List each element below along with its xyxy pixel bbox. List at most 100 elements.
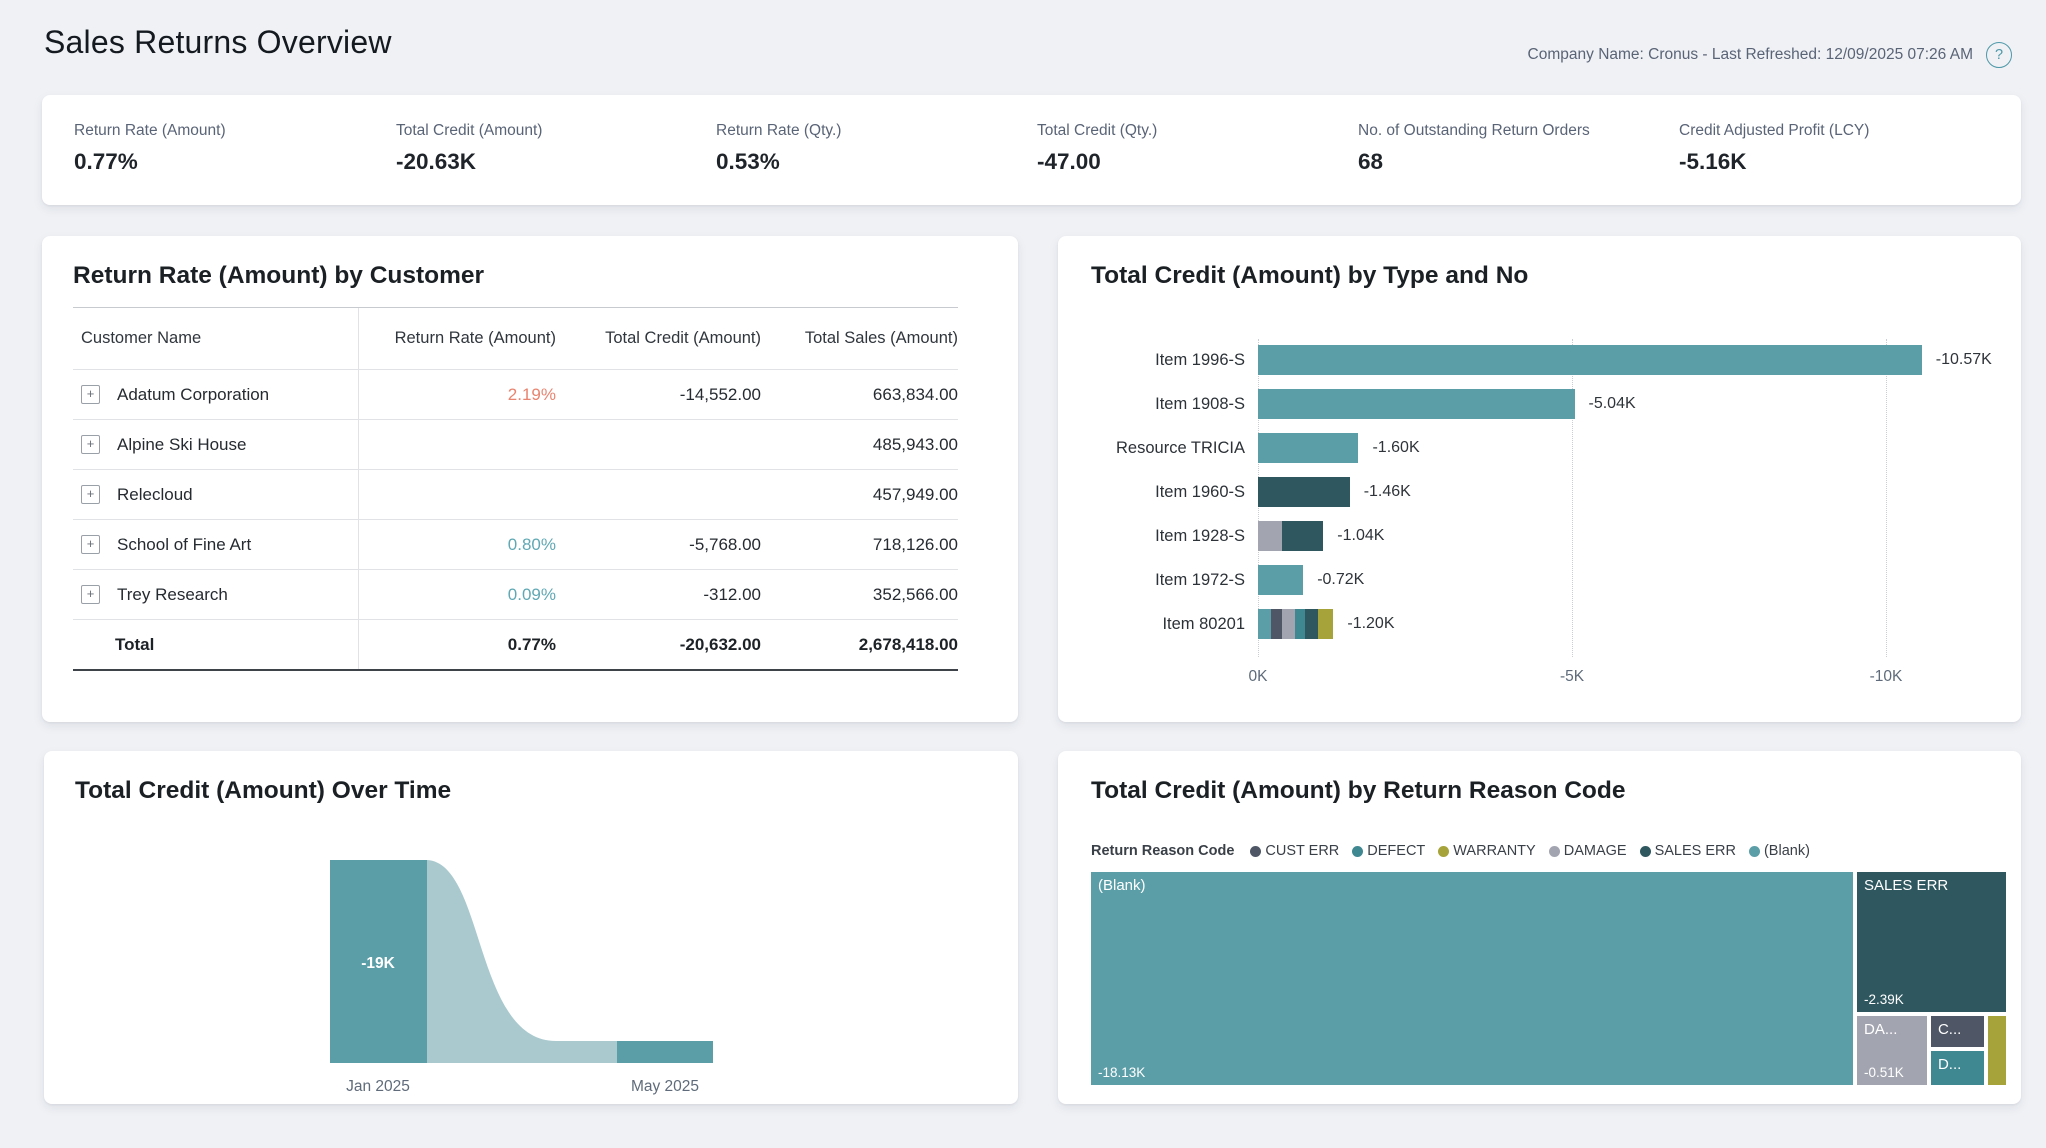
total-sales-cell: 663,834.00 <box>761 385 958 405</box>
expand-row-button[interactable]: + <box>81 585 100 604</box>
page-title: Sales Returns Overview <box>44 24 392 61</box>
legend-dot-warranty <box>1438 846 1449 857</box>
treemap-tile-name: D... <box>1938 1056 1961 1073</box>
expand-row-button[interactable]: + <box>81 435 100 454</box>
treemap-tile-name: DA... <box>1864 1021 1897 1038</box>
time-chart-card: Total Credit (Amount) Over Time -19K Jan… <box>44 751 1018 1104</box>
legend-item-warranty[interactable]: WARRANTY <box>1438 843 1535 859</box>
total-sales-cell: 718,126.00 <box>761 535 958 555</box>
legend-item-damage[interactable]: DAMAGE <box>1549 843 1627 859</box>
bar-segment-cust_err <box>1271 609 1282 639</box>
table-row[interactable]: +Alpine Ski House 485,943.00 <box>73 420 958 470</box>
customer-name: School of Fine Art <box>117 535 251 555</box>
kpi-2: Total Credit (Amount)-20.63K <box>396 122 542 175</box>
kpi-label: Total Credit (Amount) <box>396 122 542 140</box>
bar-item-1972-s[interactable] <box>1258 565 1303 595</box>
bar-item-1960-s[interactable] <box>1258 477 1350 507</box>
table-row[interactable]: +Relecloud457,949.00 <box>73 470 958 520</box>
bar-chart-card: Total Credit (Amount) by Type and No Ite… <box>1058 236 2021 722</box>
legend-dot-damage <box>1549 846 1560 857</box>
bar-chart-gridline <box>1572 339 1573 657</box>
treemap: (Blank)-18.13K SALES ERR -2.39K DA... -0.51K… <box>1091 872 2006 1085</box>
bar-value-label: -1.60K <box>1372 433 1419 463</box>
table-row[interactable]: +School of Fine Art0.80%-5,768.00718,126… <box>73 520 958 570</box>
legend-dot-sales_err <box>1640 846 1651 857</box>
table-row[interactable]: +Adatum Corporation2.19%-14,552.00663,83… <box>73 370 958 420</box>
treemap-tile-name: C... <box>1938 1021 1961 1038</box>
kpi-4: Total Credit (Qty.) -47.00 <box>1037 122 1157 175</box>
bar-chart-plot: 0K-5K-10K-10.57K-5.04K-1.60K-1.46K-1.04K… <box>1258 341 2008 681</box>
legend-label: CUST ERR <box>1265 843 1339 859</box>
treemap-tile-name: SALES ERR <box>1864 877 1948 894</box>
column-header: Customer Name <box>73 329 358 348</box>
expand-row-button[interactable]: + <box>81 385 100 404</box>
expand-row-button[interactable]: + <box>81 535 100 554</box>
total-sales-cell: 485,943.00 <box>761 435 958 455</box>
bar-chart-gridline <box>1886 339 1887 657</box>
treemap-tile-value: -0.51K <box>1864 1065 1904 1080</box>
treemap-tile-warranty[interactable] <box>1988 1016 2006 1085</box>
treemap-legend-title: Return Reason Code <box>1091 843 1234 859</box>
total-credit-cell: -14,552.00 <box>556 385 761 405</box>
expand-row-button[interactable]: + <box>81 485 100 504</box>
treemap-tile-damage[interactable]: DA... -0.51K <box>1857 1016 1927 1085</box>
time-chart: -19K Jan 2025 May 2025 <box>44 751 1018 1104</box>
treemap-tile-value: -2.39K <box>1864 992 1904 1007</box>
bar-item-1996-s[interactable] <box>1258 345 1922 375</box>
customer-name-cell: + School of Fine Art <box>73 535 358 555</box>
header-info: Company Name: Cronus - Last Refreshed: 1… <box>1528 42 2012 68</box>
kpi-6: Credit Adjusted Profit (LCY) -5.16K <box>1679 122 1869 175</box>
bar-item-1908-s[interactable] <box>1258 389 1575 419</box>
legend-dot-defect <box>1352 846 1363 857</box>
customer-name-cell: +Alpine Ski House <box>73 435 358 455</box>
customer-table: Customer NameReturn Rate (Amount)Total C… <box>73 307 958 671</box>
bar-chart-axis-tick: -10K <box>1846 668 1926 686</box>
bar-segment-sales_err <box>1282 521 1323 551</box>
column-header: Total Credit (Amount) <box>556 329 761 348</box>
bar-value-label: -0.72K <box>1317 565 1364 595</box>
time-chart-may-bar[interactable] <box>617 1041 713 1063</box>
time-chart-ribbon-area[interactable] <box>427 860 617 1063</box>
bar-segment-damage <box>1258 521 1282 551</box>
bar-chart-category-label: Item 1960-S <box>1155 477 1245 507</box>
kpi-label: Credit Adjusted Profit (LCY) <box>1679 122 1869 140</box>
help-icon[interactable]: ? <box>1986 42 2012 68</box>
bar-chart-category-label: Item 1908-S <box>1155 389 1245 419</box>
table-header-row: Customer NameReturn Rate (Amount)Total C… <box>73 307 958 370</box>
legend-item-defect[interactable]: DEFECT <box>1352 843 1425 859</box>
treemap-title: Total Credit (Amount) by Return Reason C… <box>1091 777 1625 805</box>
kpi-label: Total Credit (Qty.) <box>1037 122 1157 140</box>
legend-item-sales_err[interactable]: SALES ERR <box>1640 843 1736 859</box>
bar-chart-category-label: Item 1996-S <box>1155 345 1245 375</box>
customer-name: Trey Research <box>117 585 228 605</box>
bar-segment-blank <box>1258 389 1575 419</box>
legend-label: WARRANTY <box>1453 843 1535 859</box>
treemap-tile-blank[interactable]: (Blank)-18.13K <box>1091 872 1853 1085</box>
customer-name-cell: + Adatum Corporation <box>73 385 358 405</box>
treemap-tile-cust_err[interactable]: C... <box>1931 1016 1984 1047</box>
kpi-value: -47.00 <box>1037 149 1157 175</box>
column-header: Total Sales (Amount) <box>761 329 958 348</box>
kpi-1: Return Rate (Amount)0.77% <box>74 122 226 175</box>
bar-segment-damage <box>1282 609 1295 639</box>
table-row[interactable]: +Trey Research0.09%-312.00352,566.00 <box>73 570 958 620</box>
bar-chart-category-label: Item 80201 <box>1162 609 1245 639</box>
treemap-card: Total Credit (Amount) by Return Reason C… <box>1058 751 2021 1104</box>
legend-item-cust_err[interactable]: CUST ERR <box>1250 843 1339 859</box>
customer-name: Relecloud <box>117 485 193 505</box>
legend-label: DEFECT <box>1367 843 1425 859</box>
total-sales-cell: 2,678,418.00 <box>761 635 958 655</box>
legend-item-blank[interactable]: (Blank) <box>1749 843 1810 859</box>
customer-name: Adatum Corporation <box>117 385 269 405</box>
treemap-tile-sales_err[interactable]: SALES ERR -2.39K <box>1857 872 2006 1012</box>
kpi-value: -5.16K <box>1679 149 1869 175</box>
treemap-tile-defect[interactable]: D... <box>1931 1051 1984 1085</box>
bar-value-label: -1.20K <box>1347 609 1394 639</box>
bar-resource-tricia[interactable] <box>1258 433 1358 463</box>
bar-item-1928-s[interactable] <box>1258 521 1323 551</box>
bar-item-80201[interactable] <box>1258 609 1333 639</box>
column-header: Return Rate (Amount) <box>358 329 556 348</box>
treemap-tile-value: -18.13K <box>1098 1065 1145 1080</box>
customer-table-title: Return Rate (Amount) by Customer <box>73 262 484 290</box>
bar-value-label: -5.04K <box>1589 389 1636 419</box>
